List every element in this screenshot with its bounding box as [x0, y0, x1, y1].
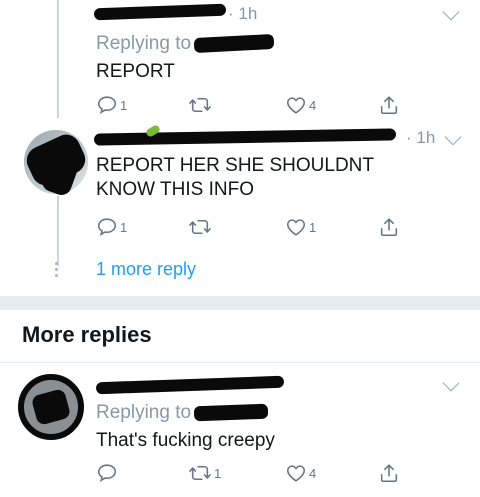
share-button[interactable]	[378, 212, 400, 242]
reply-3-text: That's fucking creepy	[96, 430, 275, 451]
more-replies-heading: More replies	[22, 322, 152, 347]
reply-1-text: REPORT	[96, 61, 175, 82]
share-icon	[380, 96, 398, 115]
like-button[interactable]: 4	[285, 458, 316, 488]
reply-1-time: · 1h	[228, 4, 258, 23]
like-button[interactable]: 1	[285, 212, 316, 242]
reply-count: 1	[120, 219, 128, 235]
retweet-count: 1	[214, 465, 222, 481]
share-button[interactable]	[378, 458, 400, 488]
share-icon	[380, 464, 398, 483]
replying-to-label: Replying to	[96, 402, 192, 423]
redacted-username	[95, 375, 285, 395]
reply-count: 1	[120, 97, 128, 113]
retweet-icon	[189, 465, 211, 481]
reply-button[interactable]: 1	[96, 212, 127, 242]
like-icon	[286, 219, 306, 236]
reply-2-time: · 1h	[406, 128, 436, 147]
retweet-button[interactable]	[188, 212, 214, 242]
like-button[interactable]: 4	[285, 90, 316, 120]
share-icon	[380, 218, 398, 237]
redacted-username	[93, 3, 227, 21]
like-icon	[286, 97, 306, 114]
replying-to-label: Replying to	[96, 33, 192, 54]
reply-button[interactable]	[96, 458, 120, 488]
more-dots-icon	[55, 262, 59, 278]
like-count: 4	[309, 97, 317, 113]
reply-1-actions: 1 4	[0, 90, 480, 120]
chevron-down-icon[interactable]	[444, 128, 462, 146]
reply-button[interactable]: 1	[96, 90, 127, 120]
section-separator	[0, 296, 480, 310]
retweet-button[interactable]: 1	[188, 458, 221, 488]
chevron-down-icon[interactable]	[442, 3, 460, 21]
redacted-mention	[193, 33, 275, 54]
reply-icon	[97, 218, 117, 236]
retweet-icon	[189, 219, 211, 235]
share-button[interactable]	[378, 90, 400, 120]
reply-2-text: REPORT HER SHE SHOULDNT KNOW THIS INFO	[96, 155, 374, 200]
reply-2-actions: 1 1	[0, 212, 480, 242]
retweet-icon	[189, 97, 211, 113]
retweet-button[interactable]	[188, 90, 214, 120]
divider	[0, 362, 480, 363]
reply-3-actions: 1 4	[0, 458, 480, 488]
more-reply-link[interactable]: 1 more reply	[96, 259, 196, 280]
like-count: 1	[309, 219, 317, 235]
reply-icon	[97, 96, 117, 114]
redacted-username	[93, 128, 397, 146]
like-icon	[286, 465, 306, 482]
like-count: 4	[309, 465, 317, 481]
redacted-mention	[193, 403, 269, 422]
reply-icon	[97, 464, 117, 482]
chevron-down-icon[interactable]	[442, 374, 460, 392]
